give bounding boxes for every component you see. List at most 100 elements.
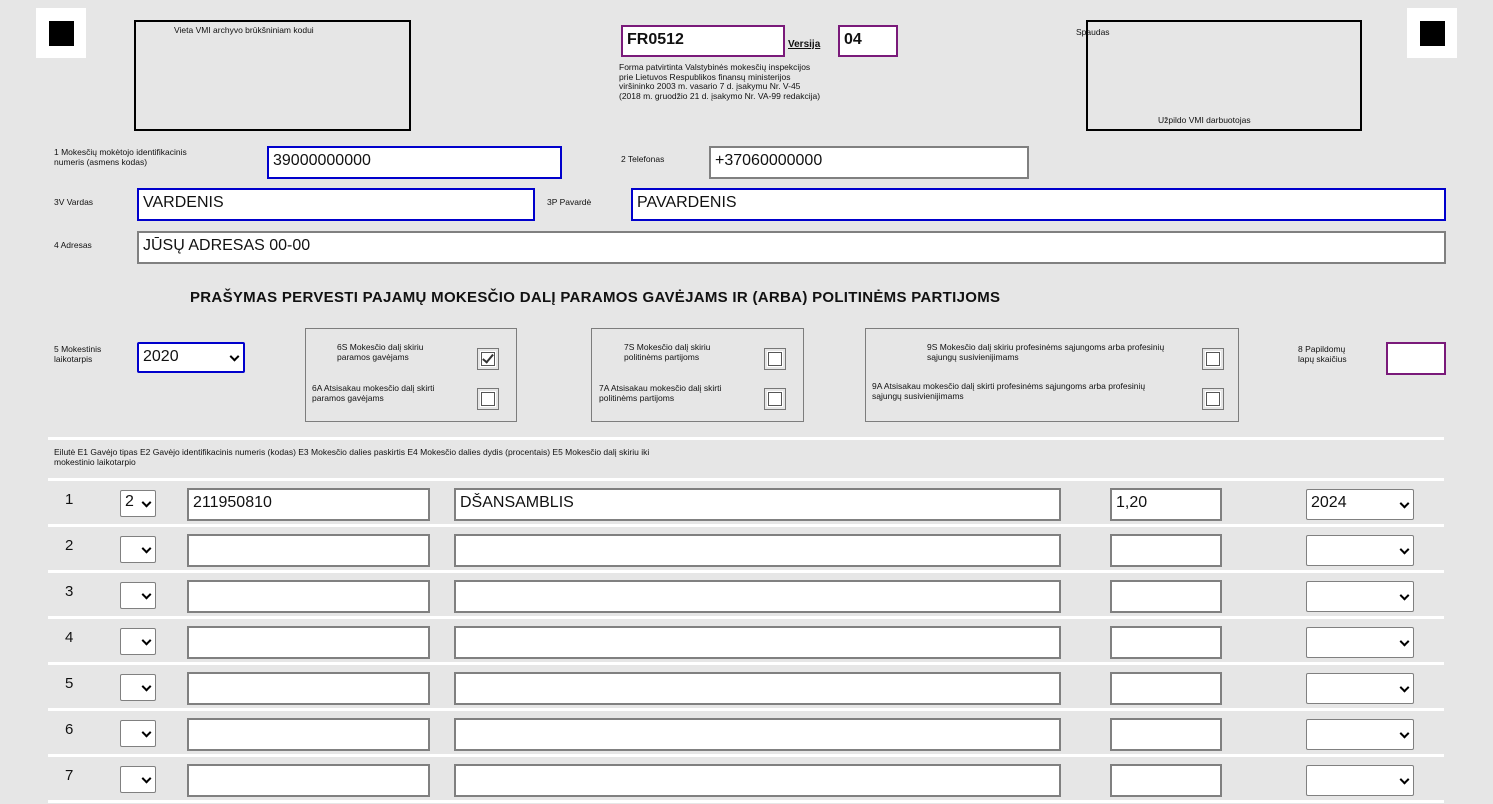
union-give-label: 9S Mokesčio dalį skiriu profesinėms sąju… bbox=[927, 342, 1165, 362]
chevron-down-icon bbox=[1399, 636, 1410, 647]
purpose-input[interactable] bbox=[454, 764, 1061, 797]
recipient-type-select[interactable] bbox=[120, 582, 156, 609]
version-field: 04 bbox=[838, 25, 898, 57]
corner-marker-left bbox=[36, 8, 86, 58]
version-label: Versija bbox=[788, 39, 821, 50]
last-name-input[interactable]: PAVARDENIS bbox=[631, 188, 1446, 221]
until-period-select[interactable] bbox=[1306, 581, 1414, 612]
until-period-select[interactable] bbox=[1306, 535, 1414, 566]
chevron-down-icon bbox=[141, 589, 152, 600]
approval-note: Forma patvirtinta Valstybinės mokesčių i… bbox=[619, 62, 821, 101]
table-divider bbox=[48, 478, 1444, 481]
row-divider bbox=[48, 754, 1444, 757]
table-divider-top bbox=[48, 437, 1444, 440]
form-title: PRAŠYMAS PERVESTI PAJAMŲ MOKESČIO DALĮ P… bbox=[190, 289, 1001, 306]
until-period-select[interactable] bbox=[1306, 673, 1414, 704]
row-divider bbox=[48, 524, 1444, 527]
period-label: 5 Mokestinis laikotarpis bbox=[54, 344, 102, 364]
row-number: 3 bbox=[65, 583, 74, 600]
purpose-input[interactable] bbox=[454, 672, 1061, 705]
chevron-down-icon bbox=[141, 543, 152, 554]
party-refuse-checkbox[interactable] bbox=[764, 388, 786, 410]
party-refuse-label: 7A Atsisakau mokesčio dalį skirti politi… bbox=[599, 383, 722, 403]
recipient-type-select[interactable] bbox=[120, 766, 156, 793]
form-code-field: FR0512 bbox=[621, 25, 785, 57]
last-name-label: 3P Pavardė bbox=[547, 197, 592, 207]
recipient-id-input[interactable] bbox=[187, 764, 430, 797]
row-number: 2 bbox=[65, 537, 74, 554]
purpose-input[interactable]: DŠANSAMBLIS bbox=[454, 488, 1061, 521]
row-divider bbox=[48, 708, 1444, 711]
recipient-type-select[interactable]: 2 bbox=[120, 490, 156, 517]
chevron-down-icon bbox=[141, 727, 152, 738]
row-number: 6 bbox=[65, 721, 74, 738]
address-input[interactable]: JŪSŲ ADRESAS 00-00 bbox=[137, 231, 1446, 264]
row-divider bbox=[48, 662, 1444, 665]
recipient-type-select[interactable] bbox=[120, 720, 156, 747]
until-period-select[interactable] bbox=[1306, 719, 1414, 750]
percent-input[interactable]: 1,20 bbox=[1110, 488, 1222, 521]
extra-pages-input[interactable] bbox=[1386, 342, 1446, 375]
period-select[interactable]: 2020 bbox=[137, 342, 245, 373]
chevron-down-icon bbox=[1399, 544, 1410, 555]
archive-barcode-label: Vieta VMI archyvo brūkšniniam kodui bbox=[174, 25, 314, 35]
recipient-type-select[interactable] bbox=[120, 674, 156, 701]
address-label: 4 Adresas bbox=[54, 240, 92, 250]
support-give-label: 6S Mokesčio dalį skiriu paramos gavėjams bbox=[337, 342, 424, 362]
chevron-down-icon bbox=[1399, 774, 1410, 785]
taxpayer-id-input[interactable]: 39000000000 bbox=[267, 146, 562, 179]
row-divider bbox=[48, 800, 1444, 803]
support-refuse-label: 6A Atsisakau mokesčio dalį skirti paramo… bbox=[312, 383, 435, 403]
corner-marker-right bbox=[1407, 8, 1457, 58]
support-refuse-checkbox[interactable] bbox=[477, 388, 499, 410]
support-give-checkbox[interactable] bbox=[477, 348, 499, 370]
recipient-id-input[interactable] bbox=[187, 580, 430, 613]
percent-input[interactable] bbox=[1110, 672, 1222, 705]
stamp-box: Užpildo VMI darbuotojas bbox=[1086, 20, 1362, 131]
percent-input[interactable] bbox=[1110, 626, 1222, 659]
chevron-down-icon bbox=[141, 773, 152, 784]
chevron-down-icon bbox=[141, 497, 152, 508]
phone-input[interactable]: +37060000000 bbox=[709, 146, 1029, 179]
percent-input[interactable] bbox=[1110, 764, 1222, 797]
chevron-down-icon bbox=[1399, 590, 1410, 601]
until-period-select[interactable]: 2024 bbox=[1306, 489, 1414, 520]
until-period-select[interactable] bbox=[1306, 627, 1414, 658]
until-period-select[interactable] bbox=[1306, 765, 1414, 796]
recipient-id-input[interactable]: 211950810 bbox=[187, 488, 430, 521]
recipient-id-input[interactable] bbox=[187, 626, 430, 659]
chevron-down-icon bbox=[141, 681, 152, 692]
recipient-id-input[interactable] bbox=[187, 534, 430, 567]
row-divider bbox=[48, 616, 1444, 619]
recipient-type-select[interactable] bbox=[120, 628, 156, 655]
first-name-label: 3V Vardas bbox=[54, 197, 94, 207]
union-refuse-checkbox[interactable] bbox=[1202, 388, 1224, 410]
stamp-footer: Užpildo VMI darbuotojas bbox=[1158, 115, 1251, 125]
purpose-input[interactable] bbox=[454, 718, 1061, 751]
extra-pages-label: 8 Papildomų lapų skaičius bbox=[1298, 344, 1347, 364]
taxpayer-id-label: 1 Mokesčių mokėtojo identifikacinis nume… bbox=[54, 147, 187, 167]
percent-input[interactable] bbox=[1110, 580, 1222, 613]
row-number: 1 bbox=[65, 491, 74, 508]
archive-barcode-box: Vieta VMI archyvo brūkšniniam kodui bbox=[134, 20, 411, 131]
trade-unions-group: 9S Mokesčio dalį skiriu profesinėms sąju… bbox=[865, 328, 1239, 422]
party-give-checkbox[interactable] bbox=[764, 348, 786, 370]
purpose-input[interactable] bbox=[454, 534, 1061, 567]
purpose-input[interactable] bbox=[454, 580, 1061, 613]
row-number: 7 bbox=[65, 767, 74, 784]
percent-input[interactable] bbox=[1110, 534, 1222, 567]
chevron-down-icon bbox=[229, 351, 240, 362]
purpose-input[interactable] bbox=[454, 626, 1061, 659]
table-header: Eilutė E1 Gavėjo tipas E2 Gavėjo identif… bbox=[54, 447, 650, 467]
percent-input[interactable] bbox=[1110, 718, 1222, 751]
recipient-id-input[interactable] bbox=[187, 672, 430, 705]
recipient-id-input[interactable] bbox=[187, 718, 430, 751]
row-divider bbox=[48, 570, 1444, 573]
stamp-label: Spaudas bbox=[1076, 27, 1110, 37]
support-recipients-group: 6S Mokesčio dalį skiriu paramos gavėjams… bbox=[305, 328, 517, 422]
first-name-input[interactable]: VARDENIS bbox=[137, 188, 535, 221]
political-parties-group: 7S Mokesčio dalį skiriu politinėms parti… bbox=[591, 328, 804, 422]
union-give-checkbox[interactable] bbox=[1202, 348, 1224, 370]
party-give-label: 7S Mokesčio dalį skiriu politinėms parti… bbox=[624, 342, 711, 362]
recipient-type-select[interactable] bbox=[120, 536, 156, 563]
